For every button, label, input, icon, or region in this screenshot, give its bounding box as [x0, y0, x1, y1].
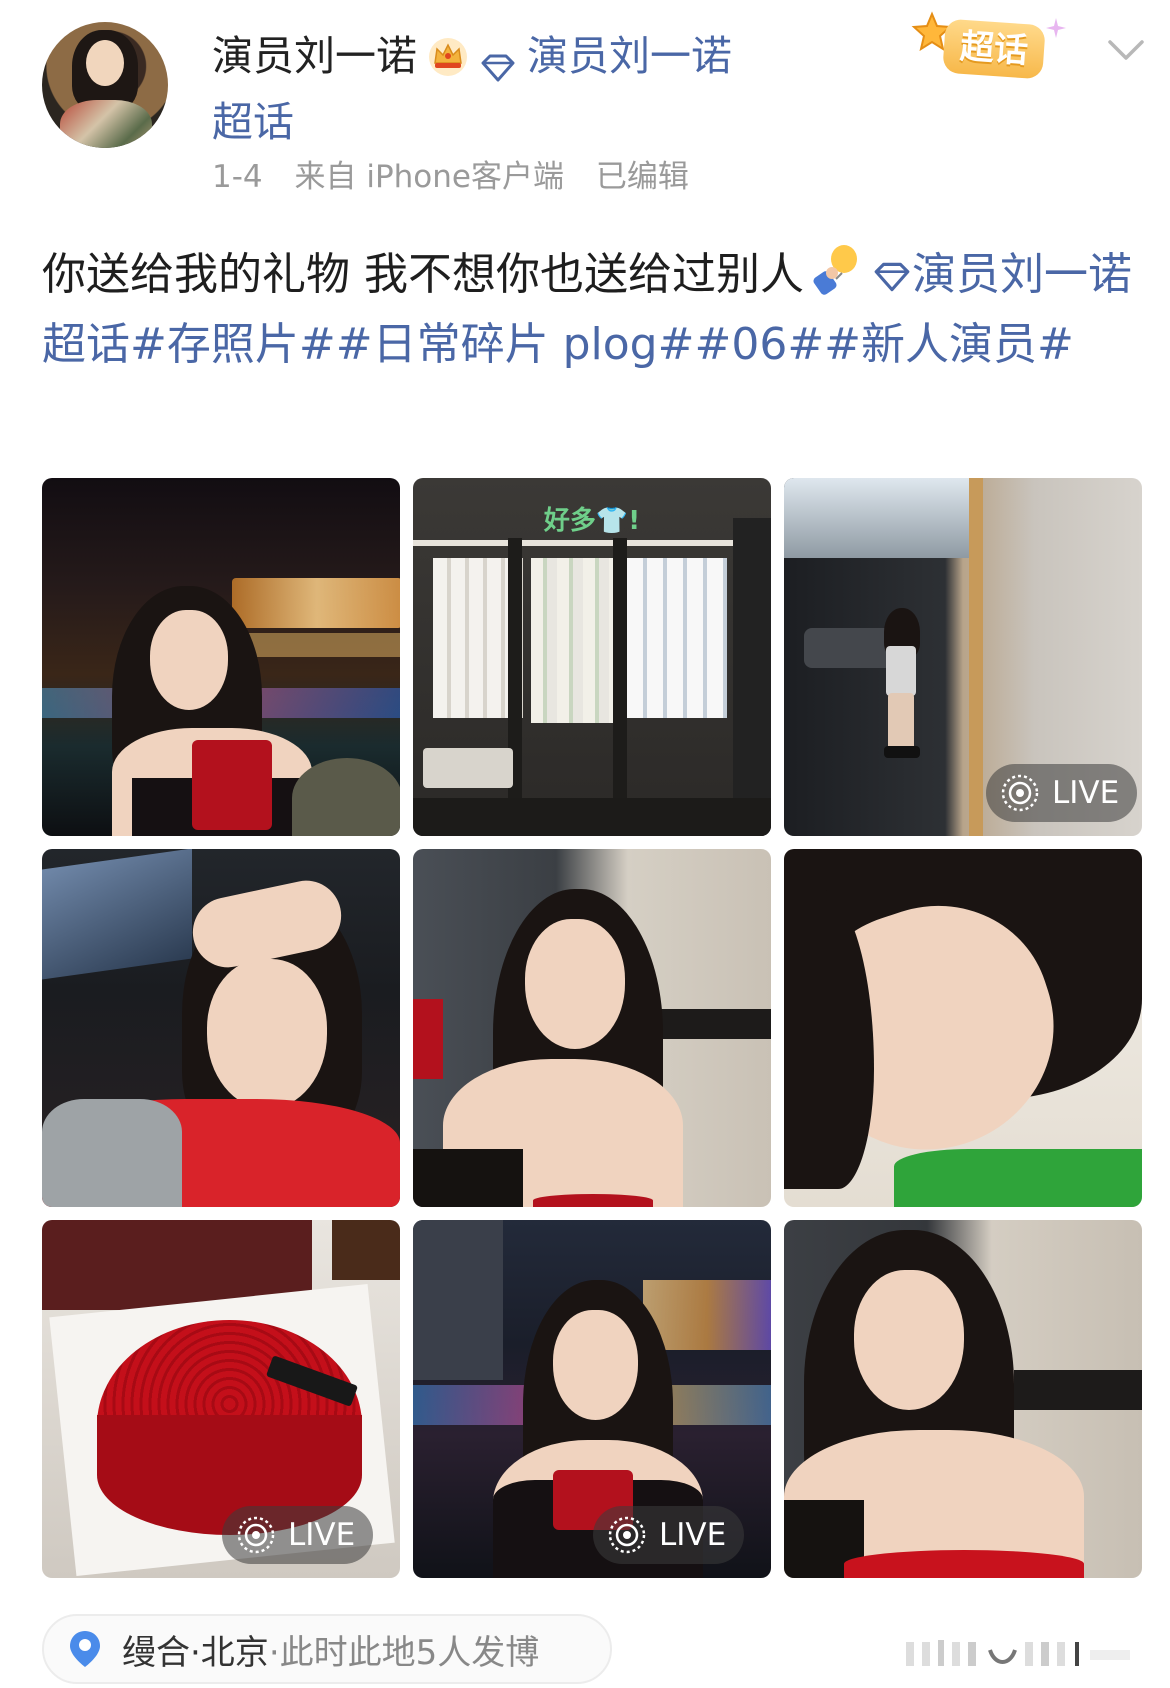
post-date: 1-4	[212, 159, 263, 195]
photo-6[interactable]	[784, 849, 1142, 1207]
balloon-icon	[806, 243, 862, 299]
pin-icon	[70, 1631, 100, 1667]
location-extra: ·此时此地5人发博	[268, 1632, 540, 1673]
photo-8[interactable]: LIVE	[413, 1220, 771, 1578]
diamond-icon	[479, 41, 517, 82]
post-edited[interactable]: 已编辑	[596, 159, 689, 195]
topic-link[interactable]: 演员刘一诺	[527, 28, 732, 84]
live-badge: LIVE	[222, 1506, 374, 1564]
live-badge: LIVE	[593, 1506, 745, 1564]
photo-3[interactable]: LIVE	[784, 478, 1142, 836]
post-text: 你送给我的礼物 我不想你也送给过别人 演员刘一诺超话#存照片##日常碎片 plo…	[42, 240, 1142, 380]
diamond-icon	[872, 244, 912, 292]
weibo-post: 演员刘一诺 演员刘一诺 超话 1-4 来自 iPhone客户端 已编辑 超话 你…	[0, 0, 1170, 1688]
avatar[interactable]	[42, 22, 168, 148]
super-topic-badge[interactable]: 超话	[902, 8, 1070, 92]
photo-4[interactable]	[42, 849, 400, 1207]
location-city: 缦合·北京	[122, 1632, 269, 1673]
badge-label: 超话	[942, 18, 1046, 80]
photo-1[interactable]	[42, 478, 400, 836]
chevron-down-icon[interactable]	[1106, 36, 1146, 66]
hashtags[interactable]: #存照片##日常碎片 plog##06##新人演员#	[130, 319, 1074, 370]
location-tag[interactable]: 缦合·北京 ·此时此地5人发博	[42, 1614, 612, 1684]
watermark-mark	[906, 1640, 1130, 1666]
crown-icon	[427, 35, 469, 77]
photo-7[interactable]: LIVE	[42, 1220, 400, 1578]
live-icon	[236, 1515, 276, 1555]
photo-caption: 好多👕!	[543, 506, 641, 536]
post-meta: 1-4 来自 iPhone客户端 已编辑	[212, 156, 711, 198]
post-source: 来自 iPhone客户端	[294, 159, 565, 195]
live-label: LIVE	[288, 1517, 356, 1553]
photo-9[interactable]	[784, 1220, 1142, 1578]
photo-5[interactable]	[413, 849, 771, 1207]
author-line: 演员刘一诺 演员刘一诺	[212, 28, 732, 84]
photo-2[interactable]: 好多👕!	[413, 478, 771, 836]
live-badge: LIVE	[986, 764, 1138, 822]
live-icon	[1000, 773, 1040, 813]
post-text-body: 你送给我的礼物 我不想你也送给过别人	[42, 249, 804, 300]
live-label: LIVE	[659, 1517, 727, 1553]
topic-link-suffix[interactable]: 超话	[212, 94, 294, 150]
live-label: LIVE	[1052, 775, 1120, 811]
author-name[interactable]: 演员刘一诺	[212, 28, 417, 84]
live-icon	[607, 1515, 647, 1555]
